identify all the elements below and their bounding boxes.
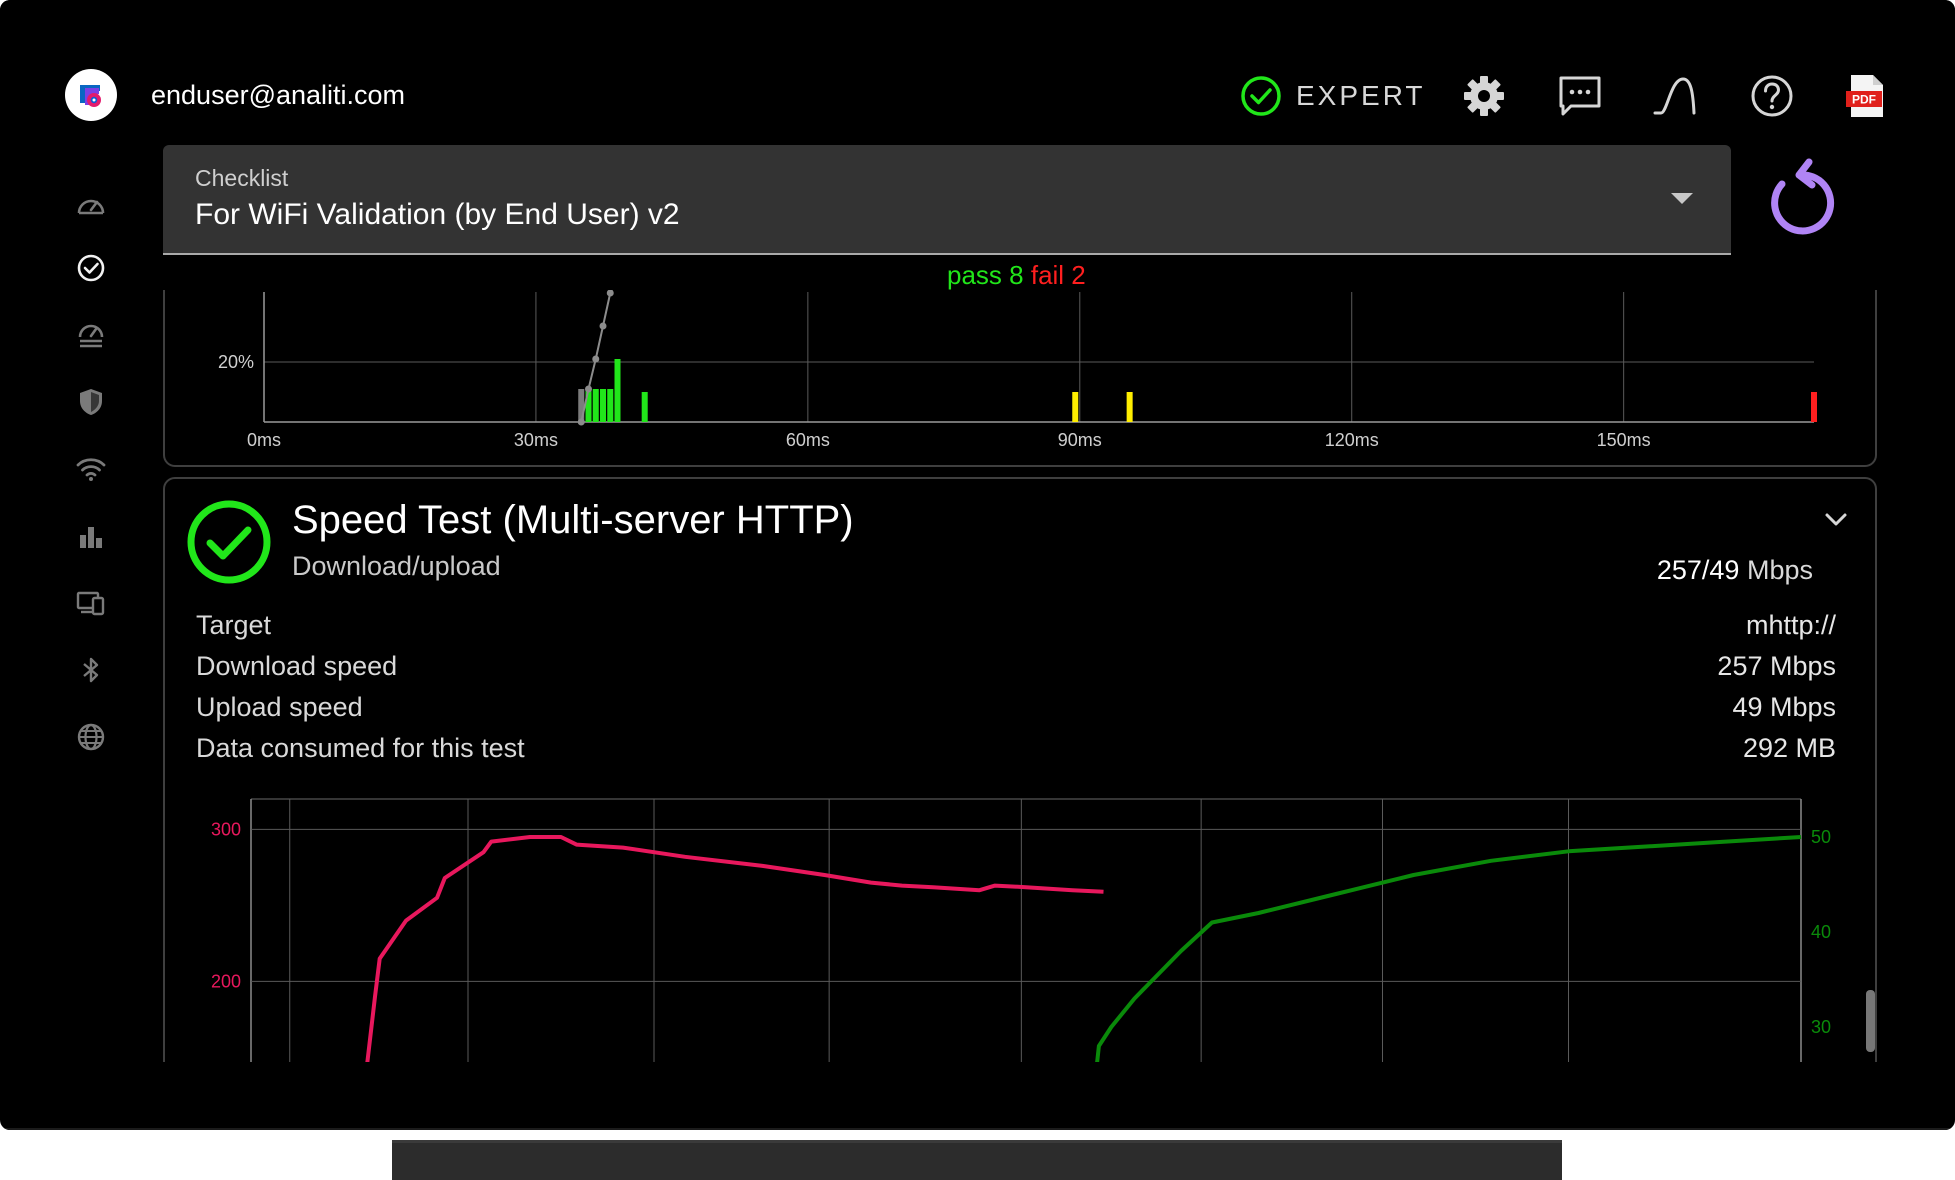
pass-count: pass 8 [947, 260, 1024, 290]
app-screen: enduser@analiti.com EXPERT PDF Checklist… [0, 0, 1955, 1062]
speed-summary-unit: Mbps [1746, 555, 1813, 585]
x-tick-label: 90ms [1058, 430, 1102, 450]
metric-value: 49 Mbps [1732, 692, 1836, 722]
metric-label: Target [196, 610, 272, 640]
x-tick-label: 120ms [1325, 430, 1379, 450]
y-tick-label: 20% [218, 352, 254, 372]
cumulative-point [606, 289, 614, 297]
speed-test-subtitle: Download/upload [292, 551, 501, 581]
metric-value: 292 MB [1742, 733, 1836, 763]
devices-icon[interactable] [76, 588, 106, 618]
latency-histogram-chart: 0ms 30ms 60ms 90ms 120ms 150ms 20% [218, 279, 1817, 450]
cumulative-point [577, 418, 585, 426]
tv-frame: enduser@analiti.com EXPERT PDF Checklist… [0, 0, 1955, 1130]
histogram-bar [607, 389, 614, 422]
checklist-value: For WiFi Validation (by End User) v2 [195, 198, 680, 231]
pass-check-icon [187, 500, 271, 584]
tv-stand [392, 1140, 1562, 1180]
pdf-label: PDF [1852, 93, 1876, 107]
pdf-icon[interactable]: PDF [1843, 73, 1889, 119]
metric-row-data-consumed: Data consumed for this test 292 MB [196, 733, 1836, 764]
histogram-bar [600, 389, 607, 422]
checklist-select[interactable]: Checklist For WiFi Validation (by End Us… [163, 145, 1731, 255]
speed-test-card[interactable]: Speed Test (Multi-server HTTP) Download/… [163, 477, 1877, 1062]
cumulative-point [585, 385, 593, 393]
x-tick-label: 150ms [1597, 430, 1651, 450]
mode-label: EXPERT [1296, 80, 1426, 111]
histogram-bar [1126, 392, 1133, 422]
speed-over-time-chart: 10020030020304050 [211, 798, 1831, 1062]
bar-chart-icon[interactable] [76, 521, 106, 551]
fail-count: fail 2 [1030, 260, 1086, 290]
y-left-tick-label: 200 [211, 971, 241, 991]
check-circle-icon [1241, 76, 1281, 116]
metric-row-download: Download speed 257 Mbps [196, 651, 1836, 682]
y-right-tick-label: 30 [1811, 1017, 1831, 1037]
shield-icon[interactable] [76, 387, 106, 417]
dropdown-arrow-icon [1671, 193, 1693, 204]
metric-label: Upload speed [196, 692, 363, 722]
wifi-icon[interactable] [76, 454, 106, 484]
metric-value: mhttp:// [1745, 610, 1836, 640]
x-tick-label: 60ms [786, 430, 830, 450]
user-email: enduser@analiti.com [151, 80, 406, 110]
y-left-tick-label: 300 [211, 819, 241, 839]
curve-icon[interactable] [1653, 73, 1699, 119]
help-icon[interactable] [1749, 73, 1795, 119]
metric-value: 257 Mbps [1717, 651, 1836, 681]
checklist-label: Checklist [195, 165, 289, 191]
histogram-bar [592, 389, 599, 422]
histogram-bar [1072, 392, 1079, 422]
latency-card: 0ms 30ms 60ms 90ms 120ms 150ms 20% [163, 279, 1877, 467]
chat-icon[interactable] [1557, 73, 1603, 119]
histogram-bar [614, 359, 621, 422]
upload-speed-line [1095, 835, 1802, 1062]
tv-bezel [0, 1128, 1955, 1130]
expert-mode-badge[interactable]: EXPERT [1240, 74, 1426, 118]
metric-label: Download speed [196, 651, 398, 681]
y-right-tick-label: 40 [1811, 922, 1831, 942]
cumulative-point [599, 322, 607, 330]
speed-test-title: Speed Test (Multi-server HTTP) [292, 498, 854, 542]
refresh-icon[interactable] [1765, 158, 1841, 238]
pass-fail-summary: pass 8 fail 2 [947, 260, 1086, 291]
analiti-logo [65, 69, 117, 121]
check-circle-icon[interactable] [76, 253, 106, 283]
histogram-bar [1811, 392, 1817, 422]
speedometer-icon[interactable] [76, 190, 106, 220]
scrollbar-thumb[interactable] [1866, 990, 1875, 1052]
metric-label: Data consumed for this test [196, 733, 525, 763]
metric-row-target: Target mhttp:// [196, 610, 1836, 641]
download-speed-line [365, 835, 1104, 1062]
metric-row-upload: Upload speed 49 Mbps [196, 692, 1836, 723]
x-tick-label: 30ms [514, 430, 558, 450]
bluetooth-icon[interactable] [76, 655, 106, 685]
gear-icon[interactable] [1461, 73, 1507, 119]
chevron-down-icon[interactable] [1821, 507, 1851, 531]
histogram-bar [641, 392, 648, 422]
speed-summary: 257/49 Mbps [1657, 555, 1813, 586]
speed-summary-value: 257/49 [1656, 555, 1740, 585]
x-tick-label: 0ms [247, 430, 281, 450]
cumulative-point [592, 355, 600, 363]
gauge-list-icon[interactable] [76, 320, 106, 350]
globe-icon[interactable] [76, 722, 106, 752]
y-right-tick-label: 50 [1811, 827, 1831, 847]
